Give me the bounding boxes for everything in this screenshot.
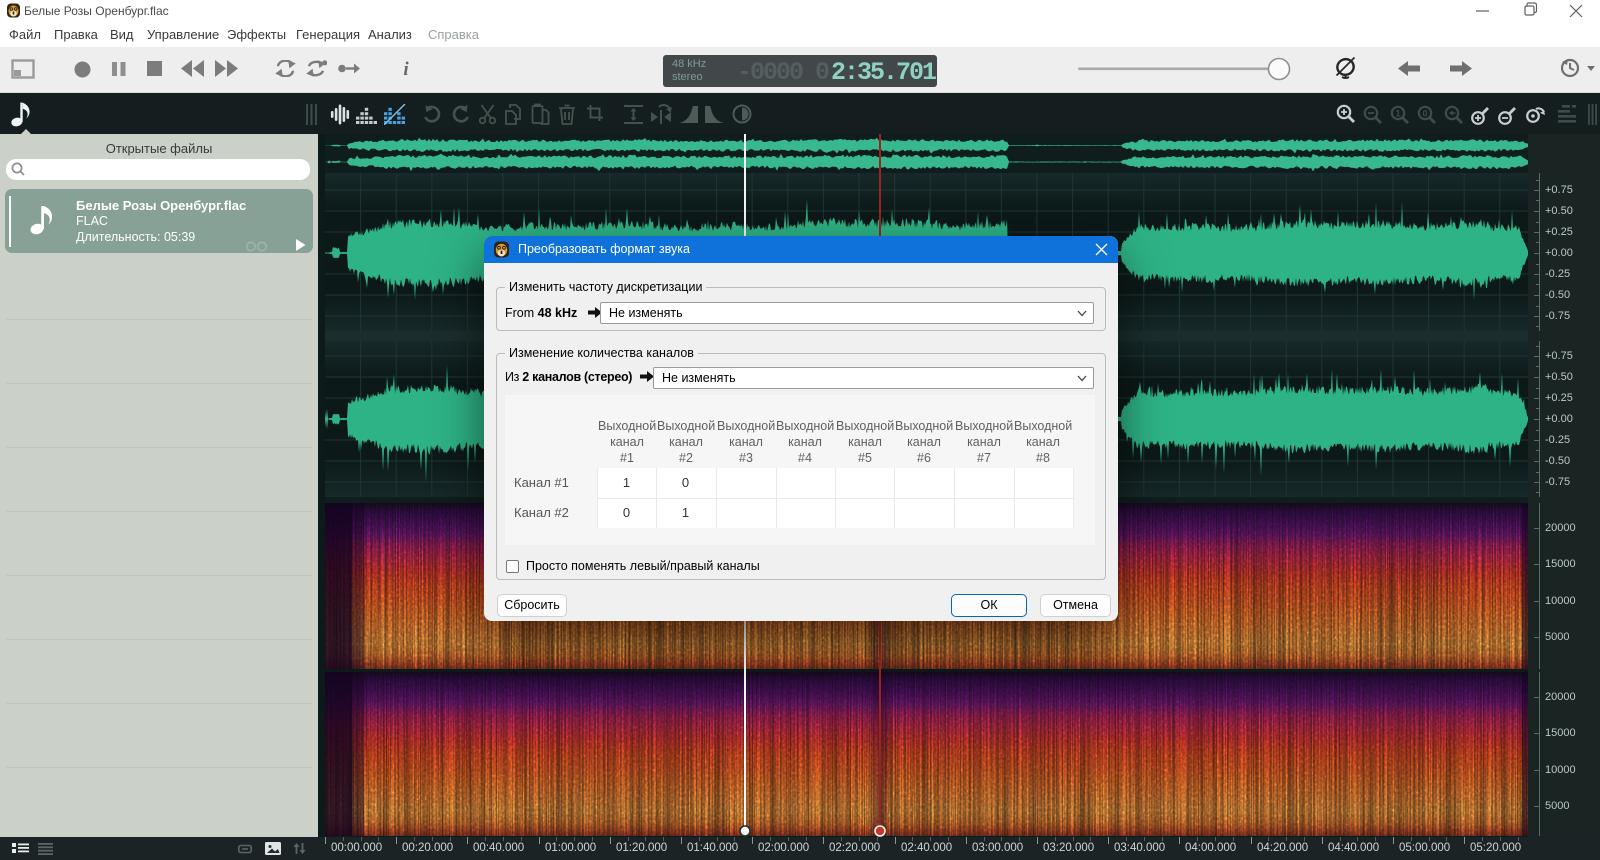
svg-text:0: 0 [1422,109,1427,119]
svg-text:1: 1 [1395,109,1400,119]
svg-text:i: i [403,59,409,79]
